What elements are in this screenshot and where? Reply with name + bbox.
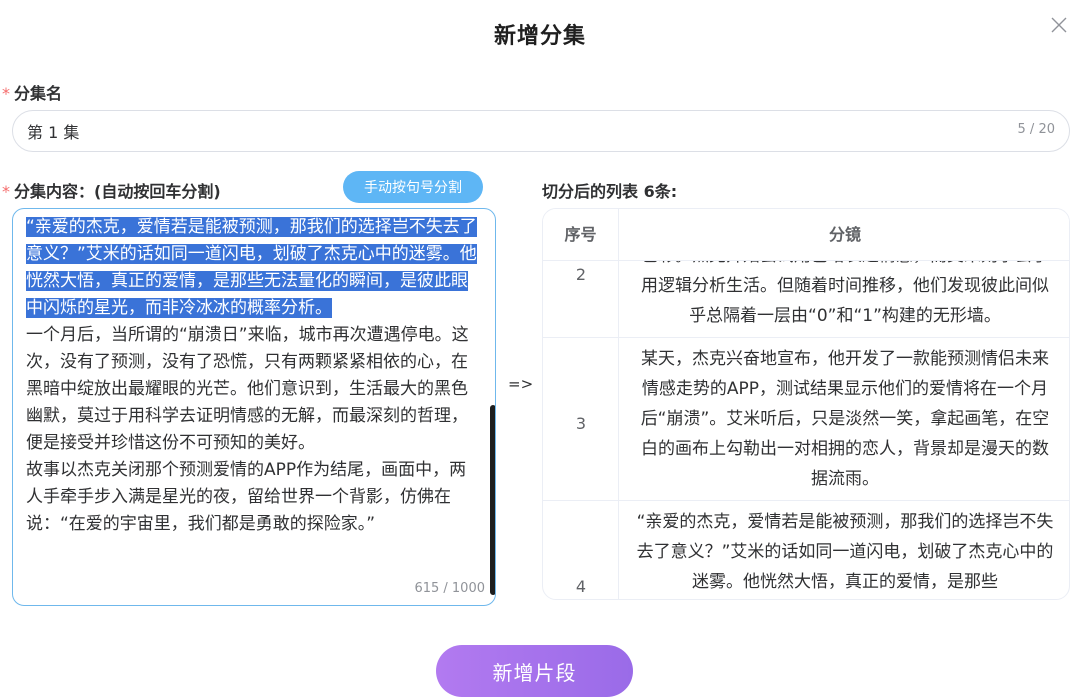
content-char-count: 615 / 1000 <box>391 581 485 596</box>
content-paragraph: 故事以杰克关闭那个预测爱情的APP作为结尾，画面中，两人手牵手步入满是星光的夜，… <box>26 460 467 534</box>
required-mark: * <box>2 182 10 201</box>
episode-content-label: * 分集内容：(自动按回车分割) <box>2 178 221 202</box>
row-seq: 2 <box>575 265 587 284</box>
split-list-label: 切分后的列表 6条: <box>542 182 678 201</box>
table-row: 2 色彩。杰克开始尝试用巴哈表达情感，而艾米则学会了用逻辑分析生活。但随着时间推… <box>543 261 1069 338</box>
textarea-scrollbar[interactable] <box>490 405 495 595</box>
episode-name-char-count: 5 / 20 <box>1017 122 1055 137</box>
table-row: 4 “亲爱的杰克，爱情若是能被预测，那我们的选择岂不失去了意义？”艾米的话如同一… <box>543 501 1069 599</box>
episode-content-text: “亲爱的杰克，爱情若是能被预测，那我们的选择岂不失去了意义？”艾米的话如同一道闪… <box>26 214 482 538</box>
row-segment: “亲爱的杰克，爱情若是能被预测，那我们的选择岂不失去了意义？”艾米的话如同一道闪… <box>636 512 1054 592</box>
required-mark: * <box>2 84 10 103</box>
dialog-title: 新增分集 <box>493 24 586 49</box>
episode-name-field: 5 / 20 <box>12 110 1070 152</box>
episode-content-label-text: 分集内容：(自动按回车分割) <box>14 182 221 201</box>
row-seq-cell: 3 <box>543 338 619 500</box>
add-segment-button[interactable]: 新增片段 <box>436 645 633 697</box>
episode-content-textarea[interactable]: “亲爱的杰克，爱情若是能被预测，那我们的选择岂不失去了意义？”艾米的话如同一道闪… <box>12 208 496 606</box>
column-header-segment: 分镜 <box>828 225 861 244</box>
row-seq-cell: 4 <box>543 501 619 599</box>
table-body[interactable]: 2 色彩。杰克开始尝试用巴哈表达情感，而艾米则学会了用逻辑分析生活。但随着时间推… <box>543 261 1069 599</box>
column-header-seq: 序号 <box>543 209 619 261</box>
content-paragraph: 一个月后，当所谓的“崩溃日”来临，城市再次遭遇停电。这次，没有了预测，没有了恐慌… <box>26 325 469 453</box>
split-list-table: 序号 分镜 2 色彩。杰克开始尝试用巴哈表达情感，而艾米则学会了用逻辑分析生活。… <box>542 208 1070 600</box>
table-header: 序号 分镜 <box>543 209 1069 261</box>
episode-name-input[interactable] <box>27 111 987 151</box>
row-segment: 色彩。杰克开始尝试用巴哈表达情感，而艾米则学会了用逻辑分析生活。但随着时间推移，… <box>641 261 1049 326</box>
row-segment: 某天，杰克兴奋地宣布，他开发了一款能预测情侣未来情感走势的APP，测试结果显示他… <box>640 349 1050 489</box>
split-by-period-button[interactable]: 手动按句号分割 <box>343 171 483 203</box>
selected-text: “亲爱的杰克，爱情若是能被预测，那我们的选择岂不失去了意义？”艾米的话如同一道闪… <box>26 217 477 318</box>
close-icon[interactable] <box>1048 14 1070 36</box>
table-row: 3 某天，杰克兴奋地宣布，他开发了一款能预测情侣未来情感走势的APP，测试结果显… <box>543 338 1069 501</box>
row-seq-cell: 2 <box>543 261 619 337</box>
row-seq: 4 <box>575 577 587 596</box>
arrow-indicator: => <box>508 375 534 393</box>
row-seq: 3 <box>575 414 587 433</box>
episode-name-label-text: 分集名 <box>14 84 63 103</box>
episode-name-label: * 分集名 <box>2 80 62 104</box>
